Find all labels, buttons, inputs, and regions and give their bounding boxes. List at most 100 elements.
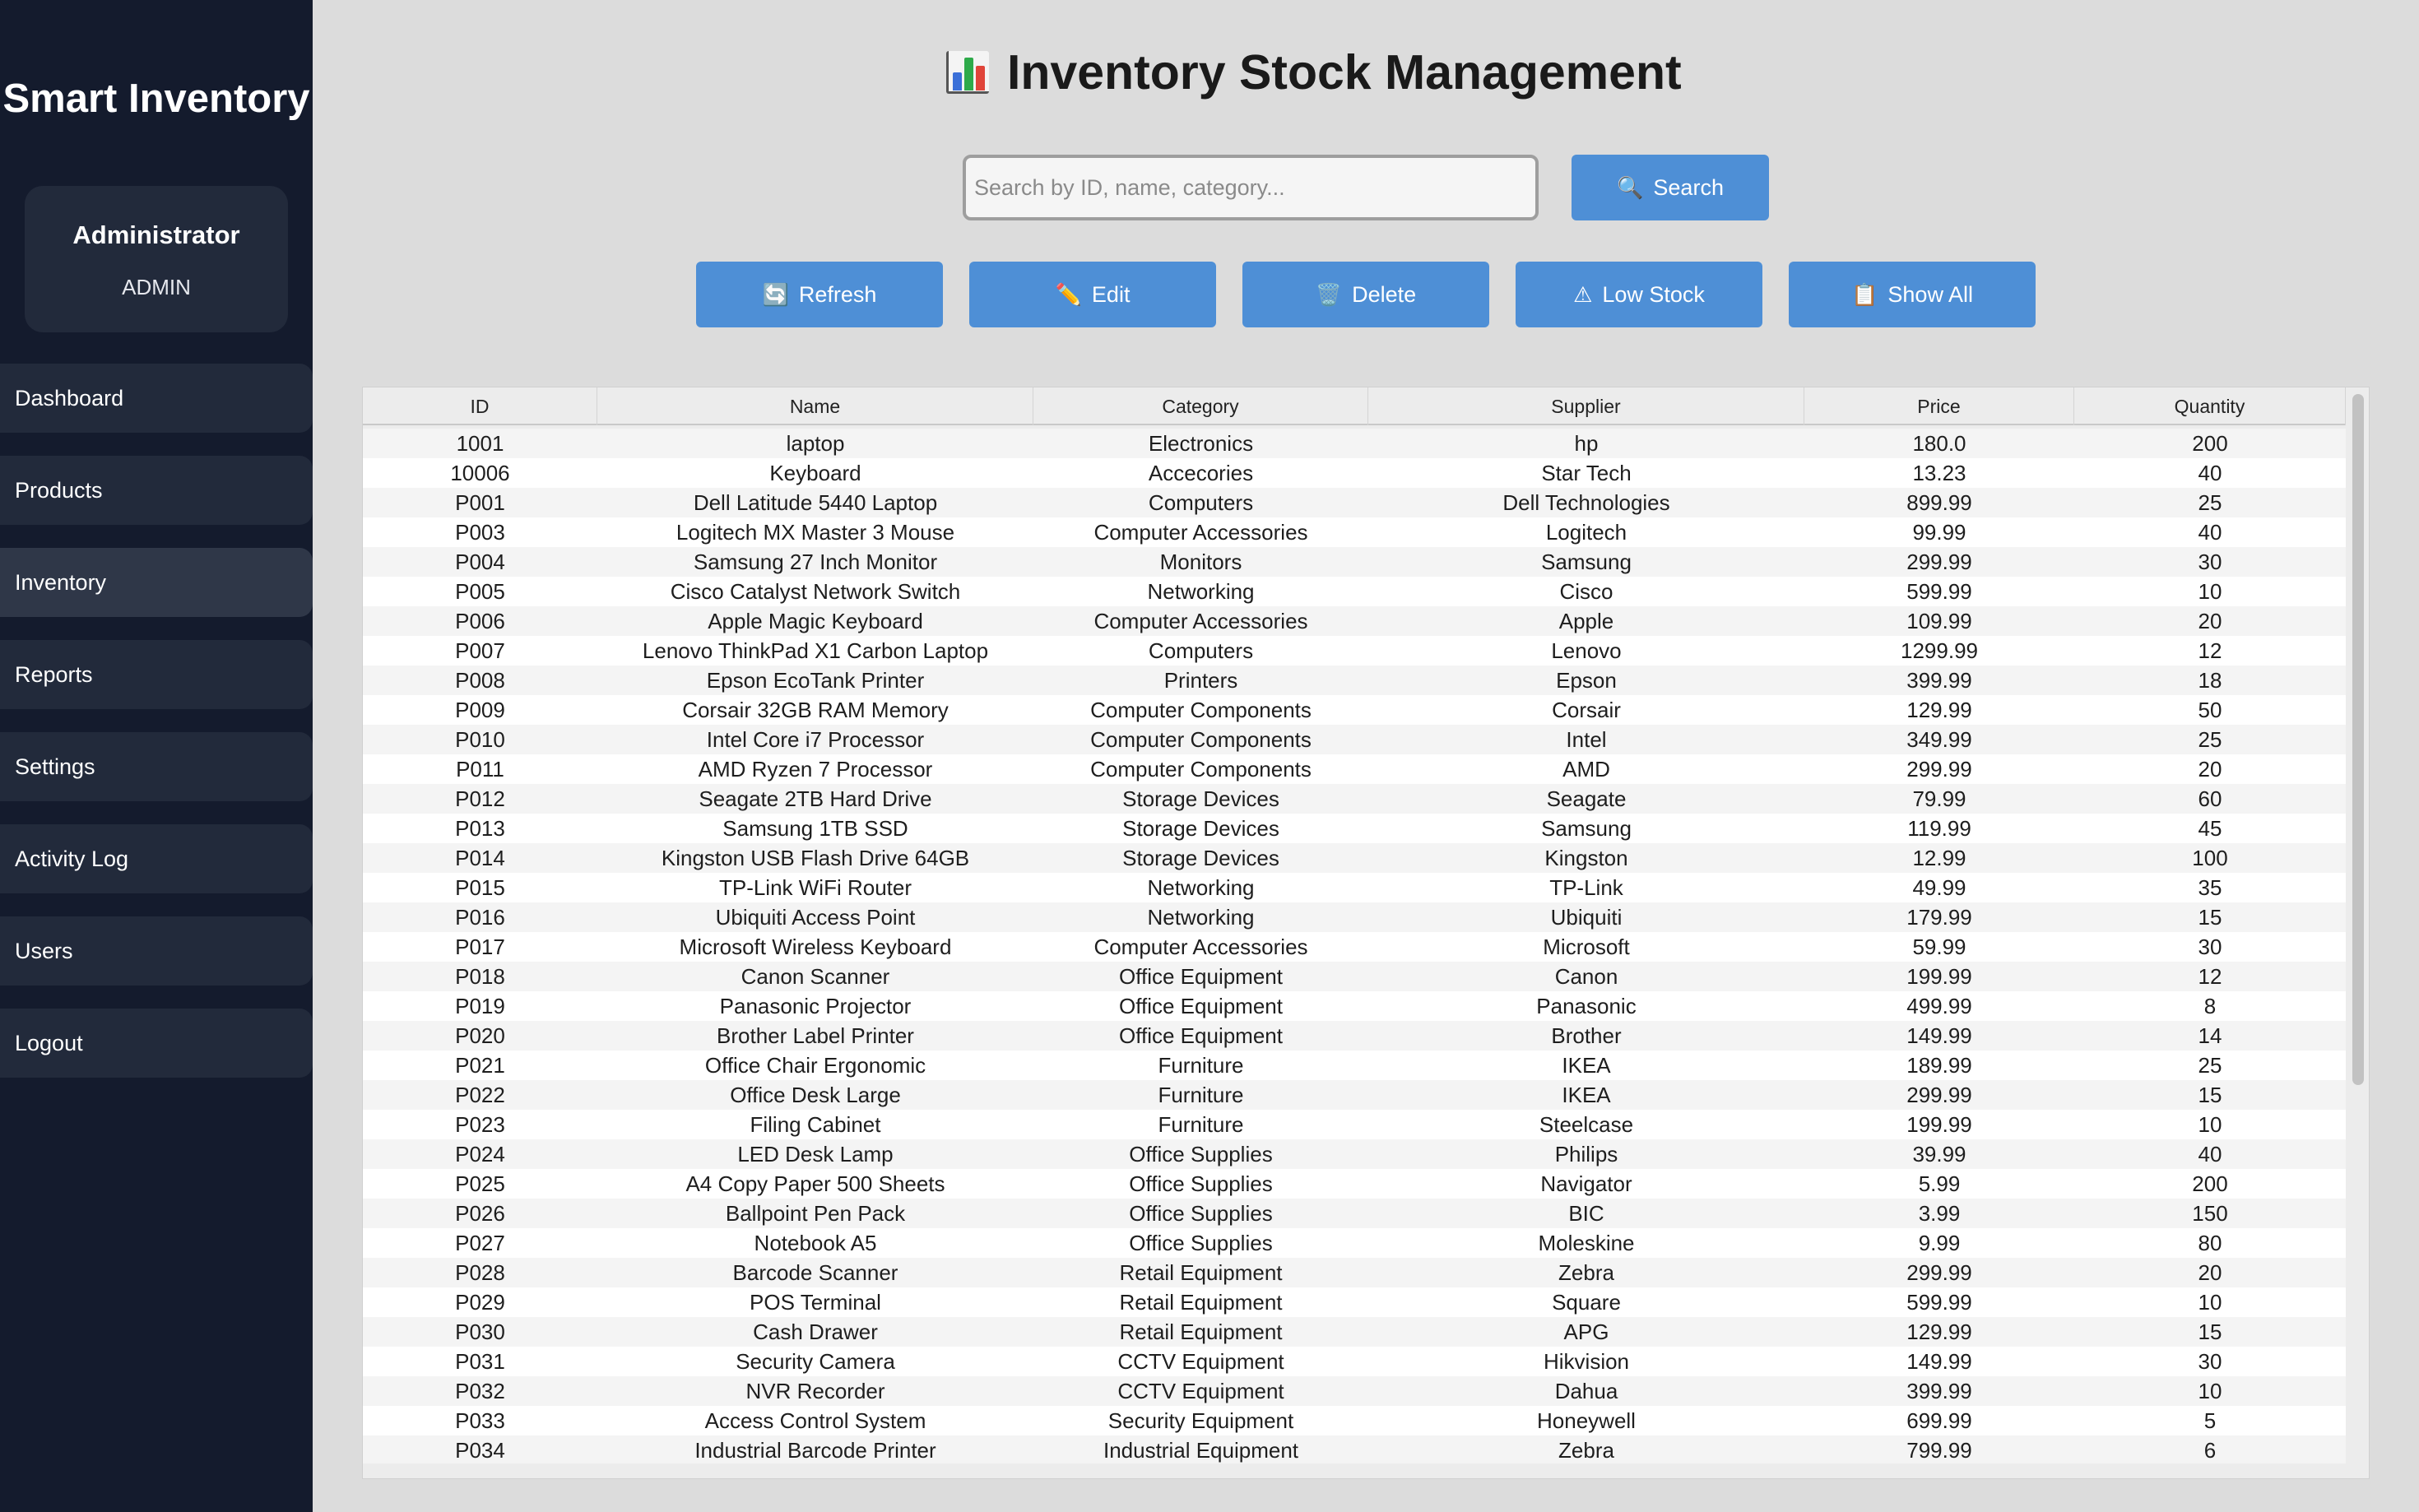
table-row[interactable]: P024 LED Desk Lamp Office Supplies Philips 3… <box>363 1139 2346 1169</box>
refresh-button[interactable]: 🔄 Refresh <box>696 262 943 327</box>
cell-supplier: Epson <box>1556 668 1617 693</box>
column-header-id[interactable]: ID <box>363 387 597 425</box>
table-row[interactable]: P021 Office Chair Ergonomic Furniture IKEA 1… <box>363 1051 2346 1080</box>
cell-id: P032 <box>455 1379 505 1403</box>
cell-name: Kingston USB Flash Drive 64GB <box>661 846 970 870</box>
cell-category: Monitors <box>1159 550 1242 574</box>
cell-id: P018 <box>455 964 505 989</box>
table-row[interactable]: P004 Samsung 27 Inch Monitor Monitors Samsu… <box>363 547 2346 577</box>
table-row[interactable]: P012 Seagate 2TB Hard Drive Storage Device… <box>363 784 2346 814</box>
table-row[interactable]: P017 Microsoft Wireless Keyboard Computer … <box>363 932 2346 962</box>
scrollbar-thumb[interactable] <box>2352 394 2364 1085</box>
cell-supplier: Logitech <box>1545 520 1627 545</box>
cell-category: Furniture <box>1158 1083 1244 1107</box>
cell-id: P010 <box>455 727 505 752</box>
column-header-category[interactable]: Category <box>1033 387 1368 425</box>
cell-id: P019 <box>455 994 505 1018</box>
sidebar-item-products[interactable]: Products <box>0 456 313 525</box>
show-all-button[interactable]: 📋 Show All <box>1789 262 2036 327</box>
table-row[interactable]: P013 Samsung 1TB SSD Storage Devices Samsun… <box>363 814 2346 843</box>
table-row[interactable]: P008 Epson EcoTank Printer Printers Epson 39… <box>363 666 2346 695</box>
cell-name: Industrial Barcode Printer <box>694 1438 936 1463</box>
table-row[interactable]: P030 Cash Drawer Retail Equipment APG 129.99… <box>363 1317 2346 1347</box>
cell-category: CCTV Equipment <box>1117 1379 1284 1403</box>
delete-button[interactable]: 🗑️ Delete <box>1242 262 1489 327</box>
cell-category: Computer Components <box>1090 757 1312 782</box>
search-input[interactable] <box>963 155 1539 220</box>
cell-category: Industrial Equipment <box>1103 1438 1299 1463</box>
sidebar-item-reports[interactable]: Reports <box>0 640 313 709</box>
sidebar-item-inventory[interactable]: Inventory <box>0 548 313 617</box>
cell-supplier: Square <box>1552 1290 1621 1315</box>
low-stock-button[interactable]: ⚠ Low Stock <box>1516 262 1762 327</box>
cell-id: P033 <box>455 1408 505 1433</box>
table-row[interactable]: P007 Lenovo ThinkPad X1 Carbon Laptop Comp… <box>363 636 2346 666</box>
table-row[interactable]: P020 Brother Label Printer Office Equipmen… <box>363 1021 2346 1051</box>
table-row[interactable]: P028 Barcode Scanner Retail Equipment Zebra… <box>363 1258 2346 1287</box>
table-row[interactable]: P033 Access Control System Security Equipm… <box>363 1406 2346 1435</box>
table-row[interactable]: 1001 laptop Electronics hp 180.0 200 <box>363 429 2346 458</box>
table-row[interactable]: P023 Filing Cabinet Furniture Steelcase 199.… <box>363 1110 2346 1139</box>
table-row[interactable]: P031 Security Camera CCTV Equipment Hikvisi… <box>363 1347 2346 1376</box>
user-role: ADMIN <box>122 275 191 299</box>
table-row[interactable]: P025 A4 Copy Paper 500 Sheets Office Suppl… <box>363 1169 2346 1199</box>
table-row[interactable]: P005 Cisco Catalyst Network Switch Network… <box>363 577 2346 606</box>
table-row[interactable]: P032 NVR Recorder CCTV Equipment Dahua 399.9… <box>363 1376 2346 1406</box>
sidebar-item-logout[interactable]: Logout <box>0 1009 313 1078</box>
cell-id: P024 <box>455 1142 505 1166</box>
cell-name: TP-Link WiFi Router <box>718 875 912 900</box>
column-header-quantity[interactable]: Quantity <box>2074 387 2346 425</box>
table-row[interactable]: P010 Intel Core i7 Processor Computer Comp… <box>363 725 2346 754</box>
search-button[interactable]: 🔍 Search <box>1572 155 1769 220</box>
table-row[interactable]: P022 Office Desk Large Furniture IKEA 299.99… <box>363 1080 2346 1110</box>
table-row[interactable]: P014 Kingston USB Flash Drive 64GB Storage… <box>363 843 2346 873</box>
cell-category: Computers <box>1148 490 1254 515</box>
cell-id: P023 <box>455 1112 505 1137</box>
column-header-name[interactable]: Name <box>597 387 1033 425</box>
table-row[interactable]: P009 Corsair 32GB RAM Memory Computer Comp… <box>363 695 2346 725</box>
cell-quantity: 18 <box>2198 668 2222 693</box>
cell-quantity: 30 <box>2198 550 2222 574</box>
cell-name: Canon Scanner <box>741 964 890 989</box>
table-row[interactable]: P034 Industrial Barcode Printer Industrial… <box>363 1435 2346 1463</box>
cell-price: 499.99 <box>1906 994 1972 1018</box>
table-row[interactable]: P001 Dell Latitude 5440 Laptop Computers De… <box>363 488 2346 517</box>
cell-price: 799.99 <box>1906 1438 1972 1463</box>
table-row[interactable]: 10006 Keyboard Accecories Star Tech 13.23 40 <box>363 458 2346 488</box>
table-row[interactable]: P018 Canon Scanner Office Equipment Canon 19… <box>363 962 2346 991</box>
cell-name: Notebook A5 <box>754 1231 877 1255</box>
cell-id: P014 <box>455 846 505 870</box>
warning-icon: ⚠ <box>1573 282 1593 307</box>
sidebar-item-settings[interactable]: Settings <box>0 732 313 801</box>
table-row[interactable]: P003 Logitech MX Master 3 Mouse Computer A… <box>363 517 2346 547</box>
cell-name: Office Desk Large <box>730 1083 901 1107</box>
table-row[interactable]: P015 TP-Link WiFi Router Networking TP-Link… <box>363 873 2346 902</box>
cell-category: Electronics <box>1148 431 1254 456</box>
table-row[interactable]: P006 Apple Magic Keyboard Computer Accesso… <box>363 606 2346 636</box>
table-row[interactable]: P026 Ballpoint Pen Pack Office Supplies BIC… <box>363 1199 2346 1228</box>
cell-name: Epson EcoTank Printer <box>706 668 925 693</box>
cell-supplier: Steelcase <box>1539 1112 1634 1137</box>
table-row[interactable]: P011 AMD Ryzen 7 Processor Computer Compon… <box>363 754 2346 784</box>
cell-supplier: Zebra <box>1558 1260 1614 1285</box>
sidebar-item-activity-log[interactable]: Activity Log <box>0 824 313 893</box>
vertical-scrollbar[interactable] <box>2346 387 2369 1478</box>
search-button-label: Search <box>1653 174 1724 200</box>
edit-button[interactable]: ✏️ Edit <box>969 262 1216 327</box>
cell-category: Office Supplies <box>1129 1171 1273 1196</box>
cell-name: Office Chair Ergonomic <box>704 1053 926 1078</box>
column-header-supplier[interactable]: Supplier <box>1368 387 1804 425</box>
cell-category: CCTV Equipment <box>1117 1349 1284 1374</box>
table-row[interactable]: P016 Ubiquiti Access Point Networking Ubiqu… <box>363 902 2346 932</box>
column-header-price[interactable]: Price <box>1804 387 2074 425</box>
sidebar-item-dashboard[interactable]: Dashboard <box>0 364 313 433</box>
table-row[interactable]: P027 Notebook A5 Office Supplies Moleskine 9… <box>363 1228 2346 1258</box>
cell-name: Samsung 27 Inch Monitor <box>693 550 938 574</box>
cell-name: Panasonic Projector <box>719 994 912 1018</box>
sidebar-item-users[interactable]: Users <box>0 916 313 986</box>
cell-id: P015 <box>455 875 505 900</box>
table-row[interactable]: P019 Panasonic Projector Office Equipment P… <box>363 991 2346 1021</box>
cell-price: 129.99 <box>1906 698 1972 722</box>
table-row[interactable]: P029 POS Terminal Retail Equipment Square 59… <box>363 1287 2346 1317</box>
cell-supplier: Star Tech <box>1541 461 1632 485</box>
